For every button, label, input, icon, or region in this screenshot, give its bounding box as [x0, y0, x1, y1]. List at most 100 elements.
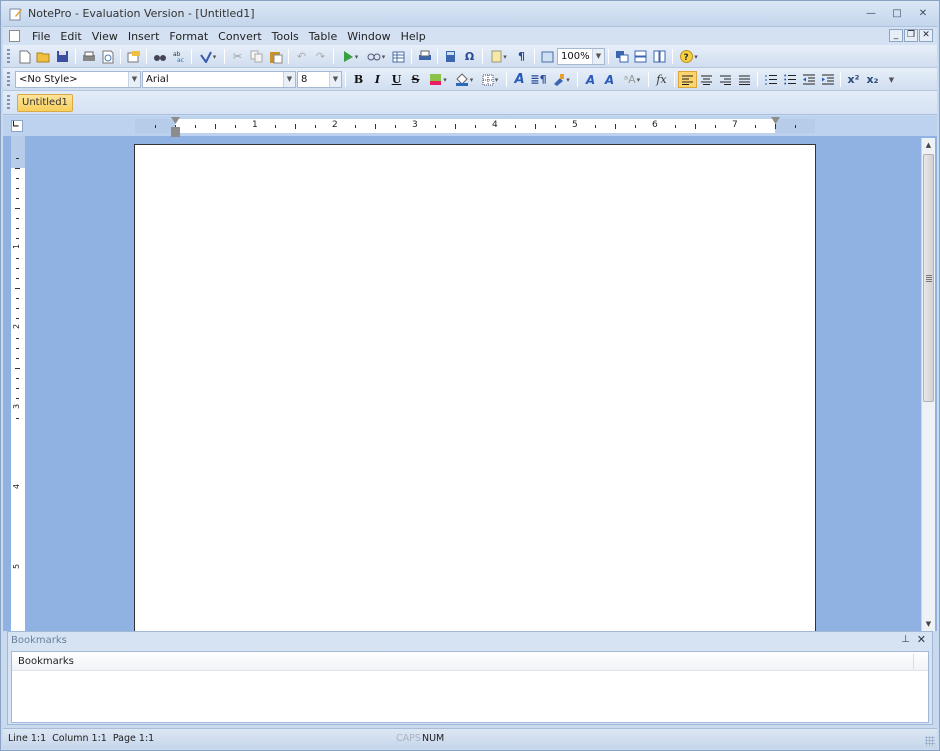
mdi-restore-button[interactable]: ❐	[904, 29, 918, 42]
separator	[506, 72, 507, 87]
printer-icon[interactable]	[415, 48, 434, 65]
menu-convert[interactable]: Convert	[213, 29, 267, 44]
tab-untitled1[interactable]: Untitled1	[17, 94, 73, 112]
cut-icon[interactable]: ✂	[228, 48, 247, 65]
cascade-windows-icon[interactable]	[612, 48, 631, 65]
tab-stop-selector[interactable]: ∟	[11, 120, 23, 132]
fill-color-icon[interactable]	[451, 71, 477, 88]
paragraph-mark-icon[interactable]: ¶	[512, 48, 531, 65]
change-case-icon[interactable]: ᵃA	[619, 71, 645, 88]
borders-icon[interactable]	[477, 71, 503, 88]
app-icon	[9, 8, 22, 21]
fx-button[interactable]: fx	[652, 71, 671, 88]
undo-icon[interactable]: ↶	[292, 48, 311, 65]
close-panel-icon[interactable]: ✕	[917, 633, 926, 646]
copy-icon[interactable]	[247, 48, 266, 65]
vertical-ruler[interactable]: 1 2 3 4 5	[11, 136, 25, 631]
save-icon[interactable]	[53, 48, 72, 65]
replace-icon[interactable]: ab ac	[169, 48, 188, 65]
menu-edit[interactable]: Edit	[55, 29, 86, 44]
menu-window[interactable]: Window	[342, 29, 395, 44]
toolbar-grip[interactable]	[7, 49, 10, 64]
bookmarks-list[interactable]: Bookmarks	[11, 651, 929, 723]
shrink-font-icon[interactable]: A	[600, 71, 619, 88]
scroll-down-icon[interactable]: ▼	[922, 617, 935, 631]
font-combo[interactable]: Arial ▼	[142, 71, 296, 88]
tile-vertical-icon[interactable]	[650, 48, 669, 65]
document-icon[interactable]	[9, 30, 20, 42]
maximize-button[interactable]: □	[889, 7, 905, 20]
menu-help[interactable]: Help	[396, 29, 431, 44]
insert-table-icon[interactable]	[389, 48, 408, 65]
numbered-list-icon[interactable]	[761, 71, 780, 88]
italic-button[interactable]: I	[368, 71, 387, 88]
justify-button[interactable]	[735, 71, 754, 88]
mdi-minimize-button[interactable]: _	[889, 29, 903, 42]
toolbar-options-icon[interactable]: ▼	[882, 71, 901, 88]
help-icon[interactable]: ?	[676, 48, 702, 65]
menu-table[interactable]: Table	[304, 29, 342, 44]
link-icon[interactable]	[363, 48, 389, 65]
print-icon[interactable]	[79, 48, 98, 65]
minimize-button[interactable]: —	[863, 7, 879, 20]
paragraph-dialog-icon[interactable]: ≣¶	[529, 71, 548, 88]
underline-button[interactable]: U	[387, 71, 406, 88]
document-page[interactable]	[134, 144, 816, 631]
print-preview-icon[interactable]	[98, 48, 117, 65]
grow-font-icon[interactable]: A	[581, 71, 600, 88]
standard-toolbar: abac ✂ ↶ ↷ Ω ¶ 100%▼	[3, 45, 937, 68]
menu-file[interactable]: File	[27, 29, 55, 44]
decrease-indent-icon[interactable]	[799, 71, 818, 88]
page-setup-icon[interactable]	[486, 48, 512, 65]
align-right-button[interactable]	[716, 71, 735, 88]
menu-view[interactable]: View	[87, 29, 123, 44]
spell-check-icon[interactable]	[195, 48, 221, 65]
menu-tools[interactable]: Tools	[267, 29, 304, 44]
menu-format[interactable]: Format	[164, 29, 213, 44]
paste-icon[interactable]	[266, 48, 285, 65]
pin-icon[interactable]: ⊥	[901, 634, 910, 645]
strikethrough-button[interactable]: S	[406, 71, 425, 88]
bookmarks-column-header[interactable]: Bookmarks	[12, 652, 928, 671]
chevron-down-icon[interactable]: ▼	[283, 72, 295, 87]
format-painter-icon[interactable]	[548, 71, 574, 88]
horizontal-ruler[interactable]: 1 2 3 4 5 6 7	[135, 117, 815, 137]
font-dialog-icon[interactable]: A	[510, 71, 529, 88]
calculator-icon[interactable]	[441, 48, 460, 65]
toolbar-grip[interactable]	[7, 72, 10, 87]
increase-indent-icon[interactable]	[818, 71, 837, 88]
scroll-up-icon[interactable]: ▲	[922, 138, 935, 152]
align-left-button[interactable]	[678, 71, 697, 88]
vertical-scrollbar[interactable]: ▲ ▼	[921, 138, 935, 631]
new-icon[interactable]	[15, 48, 34, 65]
zoom-combo[interactable]: 100% ▼	[557, 48, 605, 65]
style-combo[interactable]: <No Style> ▼	[15, 71, 141, 88]
highlight-color-icon[interactable]	[425, 71, 451, 88]
run-icon[interactable]	[337, 48, 363, 65]
toolbar-grip[interactable]	[7, 95, 10, 110]
chevron-down-icon[interactable]: ▼	[592, 49, 604, 64]
hanging-indent-marker[interactable]	[171, 127, 180, 137]
menu-insert[interactable]: Insert	[123, 29, 165, 44]
properties-icon[interactable]	[124, 48, 143, 65]
close-button[interactable]: ✕	[915, 7, 931, 20]
subscript-button[interactable]: x₂	[863, 71, 882, 88]
zoom-page-icon[interactable]	[538, 48, 557, 65]
column-divider[interactable]	[913, 654, 914, 669]
find-icon[interactable]	[150, 48, 169, 65]
symbol-icon[interactable]: Ω	[460, 48, 479, 65]
ruler-tick	[15, 208, 20, 209]
tile-horizontal-icon[interactable]	[631, 48, 650, 65]
align-center-button[interactable]	[697, 71, 716, 88]
font-size-combo[interactable]: 8 ▼	[297, 71, 342, 88]
chevron-down-icon[interactable]: ▼	[128, 72, 140, 87]
superscript-button[interactable]: x²	[844, 71, 863, 88]
scrollbar-thumb[interactable]	[923, 154, 934, 402]
bullet-list-icon[interactable]	[780, 71, 799, 88]
chevron-down-icon[interactable]: ▼	[329, 72, 341, 87]
redo-icon[interactable]: ↷	[311, 48, 330, 65]
mdi-close-button[interactable]: ✕	[919, 29, 933, 42]
resize-grip[interactable]	[925, 736, 935, 746]
open-icon[interactable]	[34, 48, 53, 65]
bold-button[interactable]: B	[349, 71, 368, 88]
